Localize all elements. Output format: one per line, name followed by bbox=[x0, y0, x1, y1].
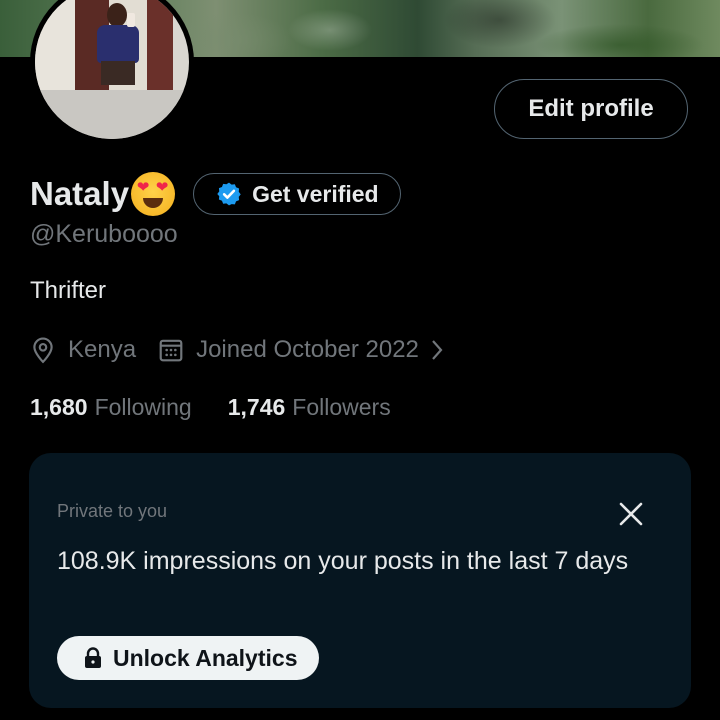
followers-label: Followers bbox=[292, 393, 391, 420]
display-name: Nataly bbox=[30, 175, 130, 212]
following-link[interactable]: 1,680 Following bbox=[30, 394, 192, 421]
joined-text: Joined October 2022 bbox=[196, 336, 419, 363]
followers-count: 1,746 bbox=[227, 393, 286, 420]
bio: Thrifter bbox=[30, 277, 107, 304]
chevron-right-icon bbox=[432, 340, 443, 360]
lock-icon bbox=[85, 647, 101, 668]
followers-link[interactable]: 1,746 Followers bbox=[228, 394, 391, 421]
location-pin-icon bbox=[33, 337, 53, 364]
avatar[interactable] bbox=[30, 0, 194, 144]
private-label: Private to you bbox=[57, 501, 168, 521]
following-count: 1,680 bbox=[30, 393, 88, 420]
location: Kenya bbox=[30, 336, 136, 364]
following-label: Following bbox=[94, 393, 192, 420]
get-verified-label: Get verified bbox=[252, 180, 379, 207]
heart-eyes-emoji-icon: ❤ ❤ bbox=[131, 172, 176, 216]
edit-profile-button[interactable]: Edit profile bbox=[494, 79, 688, 139]
analytics-card: Private to you 108.9K impressions on you… bbox=[29, 453, 691, 708]
joined-date[interactable]: Joined October 2022 bbox=[158, 336, 447, 364]
avatar-photo bbox=[35, 0, 189, 139]
unlock-analytics-label: Unlock Analytics bbox=[113, 644, 298, 671]
follow-stats: 1,680 Following 1,746 Followers bbox=[30, 391, 391, 423]
user-handle: @Keruboooo bbox=[30, 220, 178, 248]
unlock-analytics-button[interactable]: Unlock Analytics bbox=[57, 636, 320, 680]
location-text: Kenya bbox=[68, 336, 137, 363]
profile-meta: Kenya Joined October 2022 bbox=[30, 333, 447, 367]
impressions-message: 108.9K impressions on your posts in the … bbox=[57, 547, 629, 575]
close-icon[interactable] bbox=[616, 499, 646, 529]
name-row: Nataly ❤ ❤ Get verified bbox=[30, 172, 401, 216]
calendar-icon bbox=[159, 339, 183, 362]
get-verified-button[interactable]: Get verified bbox=[193, 173, 401, 215]
verified-badge-icon bbox=[217, 182, 241, 206]
